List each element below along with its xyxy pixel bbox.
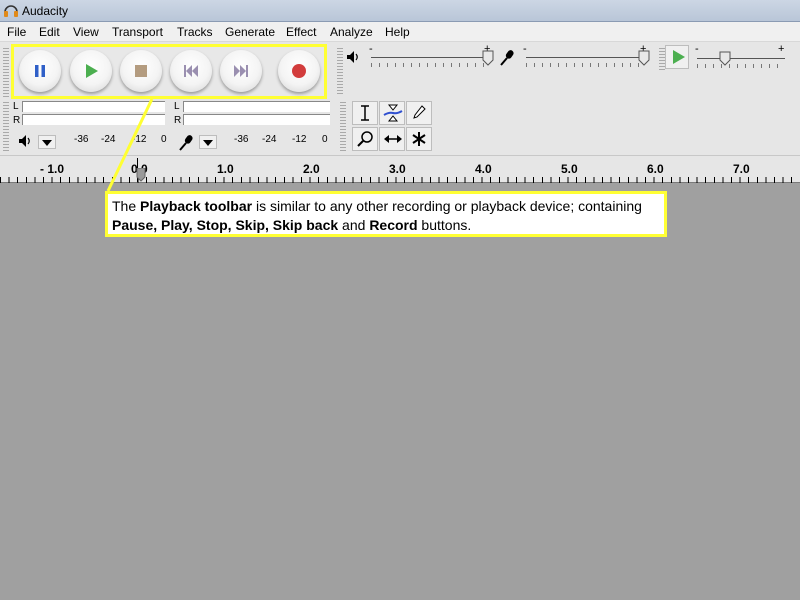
callout-text: buttons. [417, 217, 472, 233]
callout-text: and [338, 217, 370, 233]
callout-text: The [112, 198, 141, 214]
callout-bold: Record [369, 217, 418, 233]
callout-bold: Pause, Play, Stop, Skip, Skip back [112, 217, 339, 233]
callout-bold: Playback toolbar [140, 198, 253, 214]
callout-text: is similar to any other recording or pla… [252, 198, 642, 214]
annotation-callout: The Playback toolbar is similar to any o… [105, 191, 667, 237]
callout-connector [106, 98, 154, 192]
